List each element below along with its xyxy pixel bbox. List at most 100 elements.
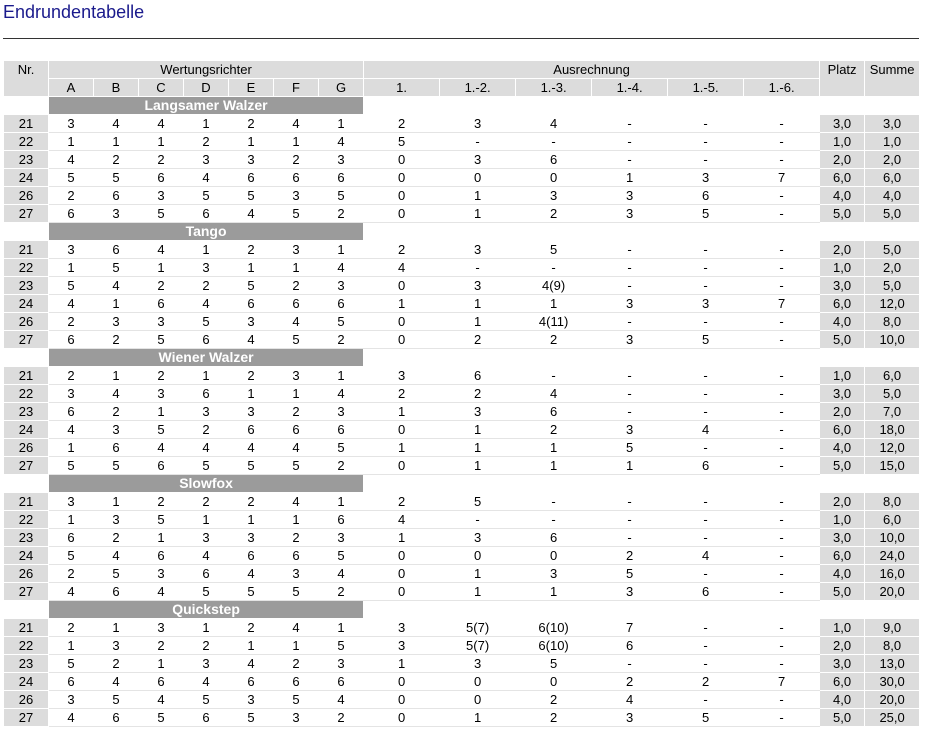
calc-value: - (743, 618, 821, 637)
judge-mark: 3 (317, 402, 365, 421)
couple-number: 22 (3, 510, 49, 529)
table-row: 22 1 5 1 3 1 1 4 4- - - - -1,0 2,0 (3, 258, 921, 277)
judge-mark: 4 (273, 492, 319, 511)
header-row-groups: Nr. Wertungsrichter Ausrechnung Platz Su… (3, 60, 921, 97)
platz-value: 2,0 (819, 402, 866, 421)
summe-value: 15,0 (864, 456, 921, 475)
calc-value: 2 (515, 708, 593, 727)
calc-value: 4 (591, 690, 669, 709)
judge-mark: 5 (93, 690, 139, 709)
couple-number: 26 (3, 564, 49, 583)
calc-value: - (667, 564, 745, 583)
judge-mark: 4 (228, 204, 274, 223)
header-judge: C (138, 78, 184, 97)
platz-value: 6,0 (819, 168, 866, 187)
calc-value: 0 (363, 330, 441, 349)
calc-value: - (743, 114, 821, 133)
calc-value: 0 (515, 546, 593, 565)
couple-number: 26 (3, 186, 49, 205)
judge-mark: 1 (138, 402, 184, 421)
judge-mark: 1 (273, 510, 319, 529)
calc-value: 1 (515, 456, 593, 475)
calc-value: - (515, 510, 593, 529)
table-row: 21 3 4 4 1 2 4 1 2 3 4- - -3,0 3,0 (3, 114, 921, 133)
judge-mark: 3 (273, 186, 319, 205)
calc-value: 0 (515, 168, 593, 187)
judge-mark: 4 (48, 150, 94, 169)
couple-number: 26 (3, 690, 49, 709)
calc-value: 3 (591, 708, 669, 727)
judge-mark: 5 (93, 456, 139, 475)
platz-value: 1,0 (819, 510, 866, 529)
calc-value: 4 (363, 258, 441, 277)
judge-mark: 5 (228, 456, 274, 475)
calc-value: 6 (515, 150, 593, 169)
calc-value: - (667, 636, 745, 655)
calc-value: 3 (439, 276, 517, 295)
judge-mark: 5 (48, 546, 94, 565)
judge-mark: 6 (317, 294, 365, 313)
table-row: 23 5 4 2 2 5 2 3 0 3 4(9) - - -3,0 5,0 (3, 276, 921, 295)
header-judge: D (183, 78, 229, 97)
calc-value: 6 (591, 636, 669, 655)
judge-mark: 2 (93, 402, 139, 421)
calc-value: 0 (515, 672, 593, 691)
judge-mark: 3 (317, 528, 365, 547)
judge-mark: 2 (273, 528, 319, 547)
calc-value: - (667, 438, 745, 457)
calc-value: - (515, 492, 593, 511)
summe-value: 6,0 (864, 510, 921, 529)
calc-value: 4 (515, 114, 593, 133)
calc-value: 7 (591, 618, 669, 637)
judge-mark: 4 (93, 672, 139, 691)
judge-mark: 4 (273, 438, 319, 457)
table-row: 22 1 3 2 2 1 1 5 3 5(7) 6(10) 6- -2,0 8,0 (3, 636, 921, 655)
calc-value: - (743, 258, 821, 277)
judge-mark: 6 (183, 708, 229, 727)
table-row: 27 5 5 6 5 5 5 2 0 1 1 1 6-5,0 15,0 (3, 456, 921, 475)
judge-mark: 6 (228, 546, 274, 565)
table-body: Langsamer Walzer 21 3 4 4 1 2 4 1 2 3 4- - -3,0 3,0 22 1… (3, 96, 921, 727)
table-row: 24 5 4 6 4 6 6 5 0 0 0 2 4-6,0 24,0 (3, 546, 921, 565)
judge-mark: 3 (138, 618, 184, 637)
header-calc-group: Ausrechnung (363, 60, 821, 79)
dance-header-spacer (363, 348, 921, 367)
judge-mark: 2 (93, 150, 139, 169)
judge-mark: 5 (183, 312, 229, 331)
platz-value: 2,0 (819, 492, 866, 511)
judge-mark: 1 (93, 366, 139, 385)
platz-value: 4,0 (819, 186, 866, 205)
calc-value: 0 (363, 564, 441, 583)
platz-value: 5,0 (819, 204, 866, 223)
calc-value: 0 (363, 456, 441, 475)
calc-value: 1 (439, 294, 517, 313)
calc-value: - (591, 132, 669, 151)
judge-mark: 1 (138, 258, 184, 277)
calc-value: - (667, 312, 745, 331)
calc-value: 3 (439, 402, 517, 421)
header-judge: G (317, 78, 365, 97)
calc-value: 7 (743, 168, 821, 187)
judge-mark: 2 (228, 492, 274, 511)
calc-value: 1 (363, 294, 441, 313)
judge-mark: 2 (317, 330, 365, 349)
calc-value: 4(9) (515, 276, 593, 295)
judge-mark: 6 (93, 240, 139, 259)
judge-mark: 2 (138, 150, 184, 169)
judge-mark: 6 (93, 708, 139, 727)
calc-value: 4 (667, 546, 745, 565)
judge-mark: 1 (48, 258, 94, 277)
calc-value: 0 (363, 312, 441, 331)
judge-mark: 1 (273, 258, 319, 277)
dance-header-spacer (363, 96, 921, 115)
judge-mark: 5 (93, 564, 139, 583)
calc-value: - (743, 330, 821, 349)
judge-mark: 3 (93, 312, 139, 331)
judge-mark: 1 (228, 132, 274, 151)
judge-mark: 3 (273, 366, 319, 385)
calc-value: 5 (667, 708, 745, 727)
judge-mark: 5 (317, 438, 365, 457)
calc-value: 0 (363, 690, 441, 709)
couple-number: 24 (3, 294, 49, 313)
judge-mark: 2 (183, 132, 229, 151)
